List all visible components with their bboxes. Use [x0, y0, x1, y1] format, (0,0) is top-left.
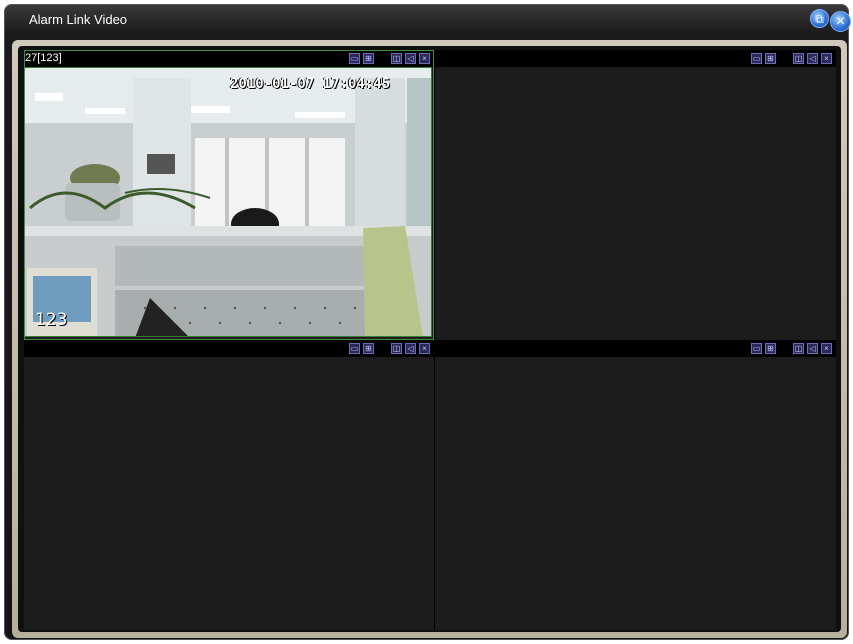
- record-icon[interactable]: ▭: [349, 53, 360, 64]
- restore-button[interactable]: ⧉: [810, 9, 829, 28]
- audio-icon[interactable]: ◁: [807, 53, 818, 64]
- cell-icons: ▭ ⊞ ◫ ◁ ×: [349, 53, 430, 64]
- audio-icon[interactable]: ◁: [405, 343, 416, 354]
- alarm-link-video-window: Alarm Link Video ⧉ ✕ 27[123] ▭ ⊞ ◫ ◁ × 2…: [4, 4, 851, 640]
- cell-toolbar: 27[123] ▭ ⊞ ◫ ◁ ×: [24, 50, 434, 67]
- blank-slot: [377, 343, 388, 354]
- blank-slot: [779, 343, 790, 354]
- snapshot-icon[interactable]: ⊞: [363, 343, 374, 354]
- snapshot-icon[interactable]: ⊞: [765, 53, 776, 64]
- cell-icons: ▭ ⊞ ◫ ◁ ×: [349, 343, 430, 354]
- close-button[interactable]: ✕: [830, 11, 851, 32]
- cell-close-icon[interactable]: ×: [419, 53, 430, 64]
- blank-slot: [779, 53, 790, 64]
- cell-label: 27[123]: [25, 52, 62, 64]
- restore-icon: ⧉: [815, 12, 824, 26]
- zoom-icon[interactable]: ◫: [793, 53, 804, 64]
- cell-close-icon[interactable]: ×: [419, 343, 430, 354]
- video-cell-3[interactable]: ▭ ⊞ ◫ ◁ ×: [24, 340, 434, 630]
- zoom-icon[interactable]: ◫: [391, 53, 402, 64]
- cell-close-icon[interactable]: ×: [821, 343, 832, 354]
- title-bar[interactable]: Alarm Link Video ⧉ ✕: [4, 4, 851, 34]
- blank-slot: [377, 53, 388, 64]
- video-grid: 27[123] ▭ ⊞ ◫ ◁ × 2010-01-07 17:04:45 12…: [24, 50, 836, 630]
- close-icon: ✕: [835, 14, 846, 28]
- video-feed[interactable]: 2010-01-07 17:04:45 123: [24, 67, 432, 337]
- snapshot-icon[interactable]: ⊞: [363, 53, 374, 64]
- audio-icon[interactable]: ◁: [405, 53, 416, 64]
- video-cell-2[interactable]: ▭ ⊞ ◫ ◁ ×: [435, 50, 836, 340]
- record-icon[interactable]: ▭: [751, 53, 762, 64]
- zoom-icon[interactable]: ◫: [391, 343, 402, 354]
- video-cell-4[interactable]: ▭ ⊞ ◫ ◁ ×: [435, 340, 836, 630]
- cell-toolbar: ▭ ⊞ ◫ ◁ ×: [24, 340, 434, 357]
- cell-icons: ▭ ⊞ ◫ ◁ ×: [751, 53, 832, 64]
- cell-icons: ▭ ⊞ ◫ ◁ ×: [751, 343, 832, 354]
- cell-toolbar: ▭ ⊞ ◫ ◁ ×: [435, 340, 836, 357]
- camera-name: 123: [35, 310, 68, 330]
- cell-toolbar: ▭ ⊞ ◫ ◁ ×: [435, 50, 836, 67]
- record-icon[interactable]: ▭: [751, 343, 762, 354]
- audio-icon[interactable]: ◁: [807, 343, 818, 354]
- zoom-icon[interactable]: ◫: [793, 343, 804, 354]
- video-cell-1[interactable]: 27[123] ▭ ⊞ ◫ ◁ × 2010-01-07 17:04:45 12…: [24, 50, 434, 340]
- cell-close-icon[interactable]: ×: [821, 53, 832, 64]
- video-timestamp: 2010-01-07 17:04:45: [230, 76, 391, 92]
- record-icon[interactable]: ▭: [349, 343, 360, 354]
- window-title: Alarm Link Video: [29, 12, 128, 27]
- snapshot-icon[interactable]: ⊞: [765, 343, 776, 354]
- office-camera-image: [25, 68, 431, 336]
